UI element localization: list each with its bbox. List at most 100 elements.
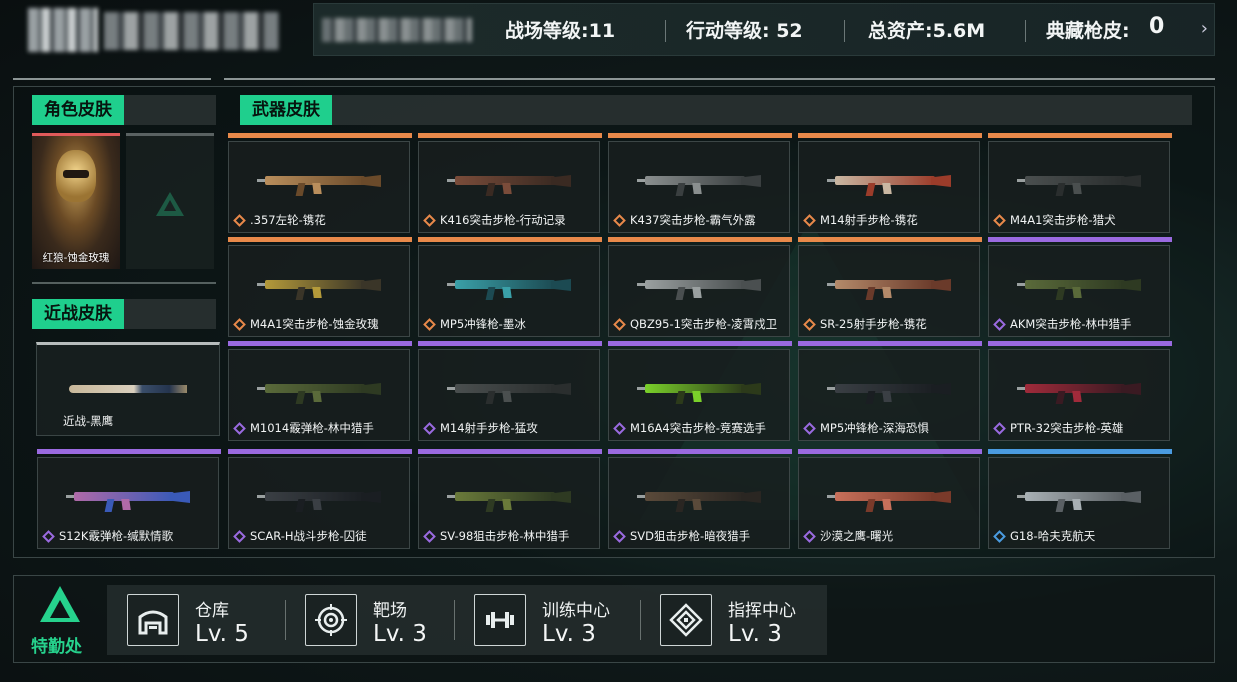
weapon-skin-label: M14射手步枪-猛攻	[440, 421, 538, 435]
dumbbell-icon	[474, 594, 526, 646]
rarity-diamond-icon	[803, 422, 816, 435]
operation-level: 行动等级: 52	[686, 20, 803, 42]
rarity-diamond-icon	[423, 530, 436, 543]
character-skin-label: 红狼-蚀金玫瑰	[42, 252, 110, 264]
weapon-skin-label: MP5冲锋枪-墨冰	[440, 317, 526, 331]
stats-bar: 战场等级:11 行动等级: 52 总资产:5.6M 典藏枪皮: 0 ›	[313, 3, 1215, 56]
weapon-image	[447, 378, 571, 404]
weapon-skin-card[interactable]: M1014霰弹枪-林中猎手	[228, 341, 412, 441]
special-ops-logo-icon[interactable]	[32, 586, 88, 626]
weapon-skin-card[interactable]: G18-哈夫克航天	[988, 449, 1172, 549]
melee-skin-header: 近战皮肤	[32, 299, 216, 329]
weapon-image	[1017, 378, 1141, 404]
weapon-skin-card[interactable]: S12K霰弹枪-缄默情歌	[37, 449, 221, 549]
stat-divider	[665, 20, 666, 42]
facility-name: 指挥中心	[728, 601, 796, 621]
rarity-bar	[608, 449, 792, 454]
total-assets: 总资产:5.6M	[868, 20, 986, 42]
weapon-skin-card[interactable]: SCAR-H战斗步枪-囚徒	[228, 449, 412, 549]
rarity-diamond-icon	[423, 318, 436, 331]
battlefield-level: 战场等级:11	[505, 20, 616, 42]
weapon-skin-card[interactable]: SR-25射手步枪-镌花	[798, 237, 982, 337]
weapon-image	[257, 274, 381, 300]
weapon-skin-card[interactable]: M14射手步枪-镌花	[798, 133, 982, 233]
weapon-skin-card[interactable]: MP5冲锋枪-墨冰	[418, 237, 602, 337]
facility-name: 训练中心	[542, 601, 610, 621]
weapon-skin-label: K437突击步枪-霸气外露	[630, 213, 756, 227]
weapon-skin-label: M4A1突击步枪-猎犬	[1010, 213, 1116, 227]
weapon-skin-label: 沙漠之鹰-曙光	[820, 529, 894, 543]
weapon-skin-card[interactable]: QBZ95-1突击步枪-凌霄戍卫	[608, 237, 792, 337]
weapon-skin-card[interactable]: M16A4突击步枪-竞赛选手	[608, 341, 792, 441]
stat-divider	[844, 20, 845, 42]
avatar[interactable]	[28, 8, 98, 52]
weapon-image	[257, 486, 381, 512]
weapon-image	[827, 170, 951, 196]
weapon-image	[447, 274, 571, 300]
rarity-diamond-icon	[803, 214, 816, 227]
weapon-skin-card[interactable]: K437突击步枪-霸气外露	[608, 133, 792, 233]
rarity-bar	[608, 237, 792, 242]
weapon-skin-card[interactable]: 沙漠之鹰-曙光	[798, 449, 982, 549]
divider-line	[640, 600, 641, 640]
empty-skin-slot[interactable]	[126, 133, 214, 269]
weapon-skin-label: M16A4突击步枪-竞赛选手	[630, 421, 766, 435]
weapon-skin-card[interactable]: M4A1突击步枪-蚀金玫瑰	[228, 237, 412, 337]
character-skin-card[interactable]: 红狼-蚀金玫瑰	[32, 133, 120, 269]
weapon-skin-label: .357左轮-镌花	[250, 213, 326, 227]
facility-name: 靶场	[373, 601, 407, 621]
section-title: 武器皮肤	[240, 95, 332, 125]
weapon-skin-card[interactable]: SV-98狙击步枪-林中猎手	[418, 449, 602, 549]
rarity-bar	[608, 341, 792, 346]
weapon-skin-label: K416突击步枪-行动记录	[440, 213, 566, 227]
rarity-diamond-icon	[233, 530, 246, 543]
weapon-skin-card[interactable]: MP5冲锋枪-深海恐惧	[798, 341, 982, 441]
facility-level: Lv. 3	[542, 621, 596, 647]
weapon-skin-label: PTR-32突击步枪-英雄	[1010, 421, 1124, 435]
weapon-skin-header: 武器皮肤	[240, 95, 1192, 125]
weapon-skin-card[interactable]: M4A1突击步枪-猎犬	[988, 133, 1172, 233]
special-ops-label: 特勤处	[31, 637, 82, 657]
weapon-skin-card[interactable]: AKM突击步枪-林中猎手	[988, 237, 1172, 337]
weapon-skin-label: G18-哈夫克航天	[1010, 529, 1096, 543]
weapon-skin-label: QBZ95-1突击步枪-凌霄戍卫	[630, 317, 778, 331]
rarity-diamond-icon	[233, 318, 246, 331]
weapon-skin-label: SVD狙击步枪-暗夜猎手	[630, 529, 751, 543]
weapon-skin-card[interactable]: .357左轮-镌花	[228, 133, 412, 233]
rarity-diamond-icon	[993, 530, 1006, 543]
rarity-bar	[608, 133, 792, 138]
chevron-right-icon[interactable]: ›	[1201, 18, 1208, 39]
divider-line	[285, 600, 286, 640]
weapon-image	[1017, 170, 1141, 196]
weapon-skin-label: SR-25射手步枪-镌花	[820, 317, 927, 331]
rarity-diamond-icon	[613, 214, 626, 227]
rarity-bar	[418, 133, 602, 138]
weapon-skin-label: S12K霰弹枪-缄默情歌	[59, 529, 174, 543]
melee-skin-card[interactable]: 近战-黑鹰	[36, 342, 220, 436]
divider-line	[13, 78, 211, 80]
stat-divider	[1025, 20, 1026, 42]
melee-skin-label: 近战-黑鹰	[63, 414, 114, 428]
rarity-diamond-icon	[803, 530, 816, 543]
rarity-bar	[37, 449, 221, 454]
facility-name: 仓库	[195, 601, 229, 621]
rarity-bar	[988, 341, 1172, 346]
target-icon	[305, 594, 357, 646]
command-emblem-icon	[660, 594, 712, 646]
weapon-skin-card[interactable]: M14射手步枪-猛攻	[418, 341, 602, 441]
weapon-skin-card[interactable]: PTR-32突击步枪-英雄	[988, 341, 1172, 441]
rarity-diamond-icon	[613, 318, 626, 331]
profile-header: 战场等级:11 行动等级: 52 总资产:5.6M 典藏枪皮: 0 ›	[0, 0, 1237, 60]
rarity-bar	[798, 341, 982, 346]
facility-level: Lv. 5	[195, 621, 249, 647]
character-skin-header: 角色皮肤	[32, 95, 216, 125]
weapon-image	[1017, 486, 1141, 512]
weapon-skin-card[interactable]: K416突击步枪-行动记录	[418, 133, 602, 233]
facility-level: Lv. 3	[373, 621, 427, 647]
rarity-bar	[798, 449, 982, 454]
divider-line	[32, 282, 216, 284]
weapon-skin-card[interactable]: SVD狙击步枪-暗夜猎手	[608, 449, 792, 549]
weapon-image	[447, 170, 571, 196]
rarity-diamond-icon	[613, 530, 626, 543]
weapon-image	[447, 486, 571, 512]
